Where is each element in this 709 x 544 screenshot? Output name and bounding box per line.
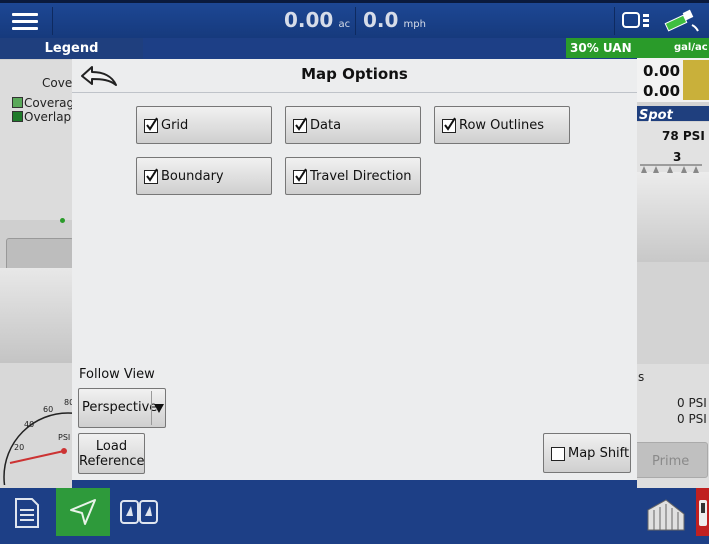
grid-checkbox[interactable] xyxy=(144,117,158,133)
row-outlines-checkbox[interactable] xyxy=(442,117,456,133)
speed-unit: mph xyxy=(403,19,426,30)
coverage-swatch xyxy=(12,97,23,108)
area-value: 0.00 xyxy=(284,8,334,32)
pressure-readout-2: 0 PSI xyxy=(677,412,707,426)
product-header: 30% UAN gal/ac xyxy=(566,38,709,58)
speed-value: 0.0 xyxy=(363,8,399,32)
gauge-tick: 80 xyxy=(64,398,72,407)
grid-label: Grid xyxy=(161,118,189,133)
divider xyxy=(355,7,356,35)
boundary-label: Boundary xyxy=(161,169,224,184)
boom-pressure: 78 PSI xyxy=(662,129,705,143)
partial-label: s xyxy=(638,370,645,384)
coverage-heading: Cove xyxy=(42,76,73,90)
pressure-gauge: 20 40 60 80 PSI xyxy=(0,395,133,542)
nav-map-active[interactable] xyxy=(56,488,110,536)
data-checkbox[interactable] xyxy=(293,117,307,133)
status-dot xyxy=(60,218,65,223)
map-options-dialog: Map Options Grid Data Row Outlines Bound… xyxy=(72,59,637,480)
load-reference-line1: Load xyxy=(95,439,128,454)
load-reference-line2: Reference xyxy=(79,454,145,469)
pressure-readout-1: 0 PSI xyxy=(677,396,707,410)
boundary-checkbox[interactable] xyxy=(144,168,158,184)
field-view xyxy=(0,268,72,363)
product-name: 30% UAN xyxy=(570,41,632,55)
prime-label: Prime xyxy=(652,454,690,469)
area-unit: ac xyxy=(338,19,351,30)
map-shift-checkbox[interactable] xyxy=(551,447,565,461)
alarm-indicator[interactable] xyxy=(696,488,709,536)
target-rate: 0.00 xyxy=(643,62,681,80)
boundary-toggle[interactable]: Boundary xyxy=(136,157,272,195)
navigation-arrow-icon xyxy=(70,499,96,525)
grid-toggle[interactable]: Grid xyxy=(136,106,272,144)
load-reference-button[interactable]: Load Reference xyxy=(78,433,145,474)
field-view-right xyxy=(637,172,709,262)
gauge-tick: 20 xyxy=(14,443,24,452)
row-outlines-label: Row Outlines xyxy=(459,118,544,133)
data-label: Data xyxy=(310,118,342,133)
travel-direction-toggle[interactable]: Travel Direction xyxy=(285,157,421,195)
coverage-label: Coverag xyxy=(24,96,75,110)
nav-split-view[interactable] xyxy=(112,488,166,536)
overlap-label: Overlap xyxy=(24,110,72,124)
rate-unit: gal/ac xyxy=(674,42,708,53)
divider xyxy=(52,7,53,35)
speed-readout: 0.0 mph xyxy=(363,8,426,32)
gauge-tick: 40 xyxy=(24,420,34,429)
applied-rate: 0.00 xyxy=(643,82,681,100)
follow-view-value: Perspective xyxy=(82,400,158,415)
row-outlines-toggle[interactable]: Row Outlines xyxy=(434,106,570,144)
map-shift-label: Map Shift xyxy=(568,446,630,461)
gauge-unit: PSI xyxy=(58,433,70,442)
follow-view-select[interactable]: Perspective xyxy=(78,388,166,428)
legend-header: Legend xyxy=(0,38,143,59)
gauge-tick: 60 xyxy=(43,405,53,414)
travel-direction-label: Travel Direction xyxy=(310,169,412,184)
dropdown-arrow-icon xyxy=(154,404,164,413)
bottom-nav-bar xyxy=(0,488,709,544)
data-toggle[interactable]: Data xyxy=(285,106,421,144)
area-readout: 0.00 ac xyxy=(284,8,350,32)
rate-indicator xyxy=(683,60,709,100)
title-divider xyxy=(72,92,637,93)
follow-view-label: Follow View xyxy=(79,367,155,382)
top-bar: 0.00 ac 0.0 mph xyxy=(0,0,709,38)
implement-icon[interactable] xyxy=(646,496,686,536)
menu-icon[interactable] xyxy=(12,13,38,31)
dialog-title: Map Options xyxy=(301,65,408,83)
brand-label: Spot xyxy=(639,108,673,123)
display-status-icon[interactable] xyxy=(622,11,656,35)
select-divider xyxy=(151,391,152,425)
map-shift-toggle[interactable]: Map Shift xyxy=(543,433,631,473)
nav-documents[interactable] xyxy=(0,488,54,536)
gps-satellite-icon[interactable] xyxy=(662,7,702,39)
divider xyxy=(614,7,615,35)
overlap-swatch xyxy=(12,111,23,122)
travel-direction-checkbox[interactable] xyxy=(293,168,307,184)
nozzle-row-icon xyxy=(640,160,702,179)
